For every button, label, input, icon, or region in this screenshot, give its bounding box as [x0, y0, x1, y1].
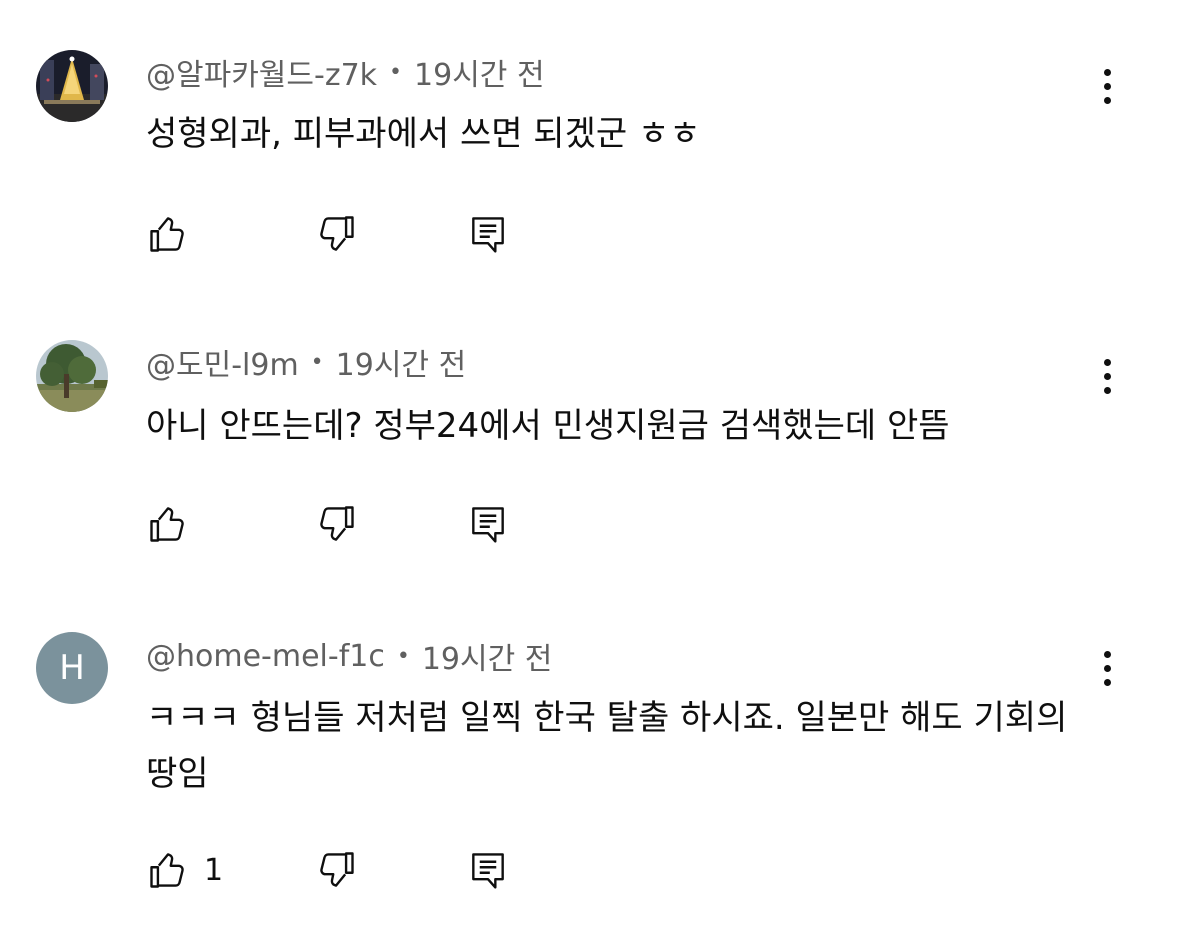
avatar[interactable] — [36, 50, 108, 122]
comment-time[interactable]: 19시간 전 — [414, 50, 545, 94]
comment-actions — [146, 500, 546, 548]
reply-comment-icon — [472, 507, 504, 543]
comment-text: 아니 안뜨는데? 정부24에서 민생지원금 검색했는데 안뜸 — [146, 406, 950, 446]
more-vertical-icon[interactable] — [1091, 352, 1123, 400]
dislike-button[interactable] — [314, 210, 358, 258]
reply-comment-icon — [472, 217, 504, 253]
like-button[interactable]: 1 — [146, 846, 223, 894]
comment-item: @도민-l9m • 19시간 전 아니 안뜨는데? 정부24에서 민생지원금 검… — [0, 290, 1179, 580]
thumb-down-icon — [320, 852, 354, 887]
like-button[interactable] — [146, 210, 204, 258]
like-button[interactable] — [146, 500, 204, 548]
like-count: 1 — [204, 852, 224, 888]
author-name[interactable]: @알파카월드-z7k — [146, 50, 377, 94]
separator-dot: • — [396, 643, 410, 669]
more-vertical-icon[interactable] — [1091, 644, 1123, 692]
comment-item: H @home-mel-f1c • 19시간 전 ㅋㅋㅋ 형님들 저처럼 일찍 … — [0, 582, 1179, 952]
dislike-button[interactable] — [314, 500, 358, 548]
comment-item: @알파카월드-z7k • 19시간 전 성형외과, 피부과에서 쓰면 되겠군 ㅎ… — [0, 0, 1179, 290]
comment-text: 성형외과, 피부과에서 쓰면 되겠군 ㅎㅎ — [146, 114, 701, 154]
avatar[interactable] — [36, 340, 108, 412]
reply-comment-icon — [472, 853, 504, 889]
comment-meta: @home-mel-f1c • 19시간 전 — [146, 634, 553, 678]
comment-time[interactable]: 19시간 전 — [336, 340, 467, 384]
thumb-up-icon — [150, 507, 184, 542]
avatar-image — [36, 340, 108, 412]
comment-actions: 1 — [146, 846, 546, 894]
comment-text: ㅋㅋㅋ 형님들 저처럼 일찍 한국 탈출 하시죠. 일본만 해도 기회의땅임 — [146, 698, 1068, 794]
comment-time[interactable]: 19시간 전 — [422, 634, 553, 678]
separator-dot: • — [389, 59, 403, 85]
thumb-down-icon — [320, 506, 354, 541]
avatar-image — [36, 50, 108, 122]
comment-meta: @알파카월드-z7k • 19시간 전 — [146, 50, 545, 94]
author-name[interactable]: @도민-l9m — [146, 340, 299, 384]
more-vertical-icon[interactable] — [1091, 62, 1123, 110]
comment-meta: @도민-l9m • 19시간 전 — [146, 340, 467, 384]
reply-button[interactable] — [466, 210, 510, 258]
thumb-down-icon — [320, 216, 354, 251]
comment-actions — [146, 210, 546, 258]
avatar-letter: H — [59, 648, 85, 688]
avatar[interactable]: H — [36, 632, 108, 704]
thumb-up-icon — [150, 217, 184, 252]
reply-button[interactable] — [466, 500, 510, 548]
dislike-button[interactable] — [314, 846, 358, 894]
author-name[interactable]: @home-mel-f1c — [146, 639, 385, 674]
thumb-up-icon — [150, 853, 184, 888]
reply-button[interactable] — [466, 846, 510, 894]
separator-dot: • — [310, 349, 324, 375]
